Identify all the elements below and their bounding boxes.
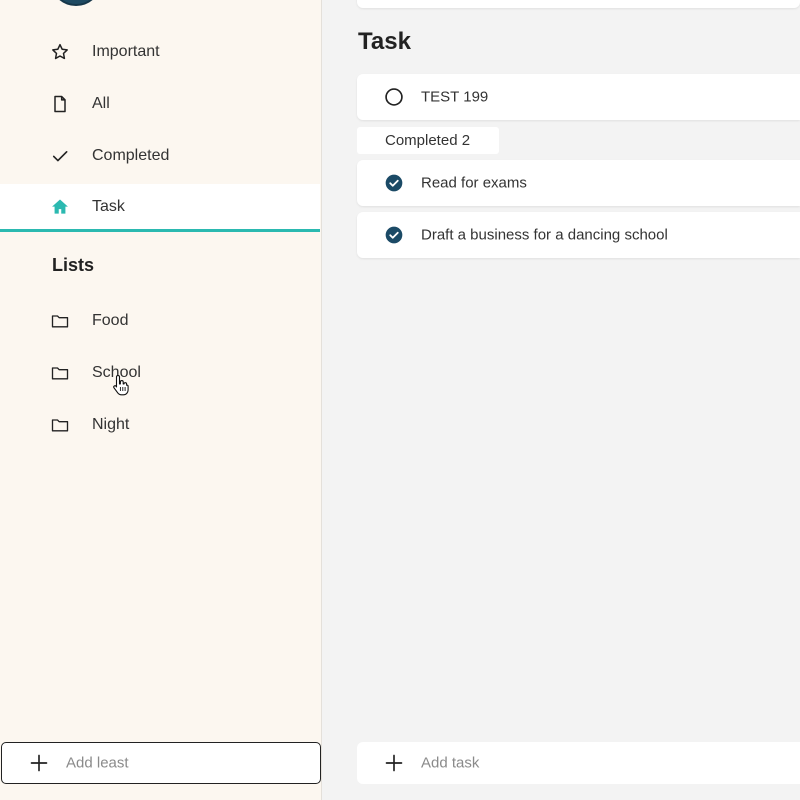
todo-app: Important All Completed Task Lists Food …: [0, 0, 800, 800]
lists-heading: Lists: [52, 255, 95, 275]
task-item[interactable]: TEST 199: [357, 74, 800, 120]
sidebar-item-label: Completed: [92, 147, 170, 164]
folder-icon: [50, 311, 70, 331]
completed-task-item[interactable]: Draft a business for a dancing school: [357, 212, 800, 258]
completed-toggle[interactable]: Completed 2: [357, 127, 499, 154]
star-icon: [50, 42, 70, 62]
avatar[interactable]: [50, 0, 102, 6]
list-item-school[interactable]: School: [0, 349, 320, 397]
sidebar-item-label: Important: [92, 43, 160, 60]
list-item-food[interactable]: Food: [0, 297, 320, 345]
page-title: Task: [358, 28, 411, 55]
completed-label: Completed 2: [385, 132, 471, 149]
completed-task-item[interactable]: Read for exams: [357, 160, 800, 206]
plus-icon: [384, 753, 404, 773]
unchecked-circle-icon[interactable]: [384, 87, 404, 107]
main-panel: Task TEST 199 Completed 2 Read for exams…: [322, 0, 800, 800]
checked-circle-icon[interactable]: [384, 173, 404, 193]
list-item-night[interactable]: Night: [0, 401, 320, 449]
folder-icon: [50, 363, 70, 383]
top-card: [357, 0, 800, 8]
add-task-input[interactable]: Add task: [357, 742, 800, 784]
file-icon: [50, 94, 70, 114]
checked-circle-icon[interactable]: [384, 225, 404, 245]
plus-icon: [29, 753, 49, 773]
add-list-input[interactable]: Add least: [1, 742, 321, 784]
folder-icon: [50, 415, 70, 435]
add-task-placeholder: Add task: [421, 754, 480, 772]
add-list-placeholder: Add least: [66, 754, 129, 772]
list-item-label: School: [92, 364, 141, 381]
sidebar-item-all[interactable]: All: [0, 80, 320, 128]
check-icon: [50, 146, 70, 166]
sidebar-item-important[interactable]: Important: [0, 28, 320, 76]
task-text: Read for exams: [421, 174, 527, 192]
sidebar-item-label: All: [92, 95, 110, 112]
sidebar-item-label: Task: [92, 197, 125, 215]
sidebar-item-completed[interactable]: Completed: [0, 132, 320, 180]
sidebar: Important All Completed Task Lists Food …: [0, 0, 322, 800]
sidebar-item-task[interactable]: Task: [0, 184, 320, 232]
task-text: TEST 199: [421, 88, 489, 106]
list-item-label: Food: [92, 312, 129, 329]
task-text: Draft a business for a dancing school: [421, 226, 668, 244]
home-icon: [50, 197, 70, 217]
list-item-label: Night: [92, 416, 130, 433]
